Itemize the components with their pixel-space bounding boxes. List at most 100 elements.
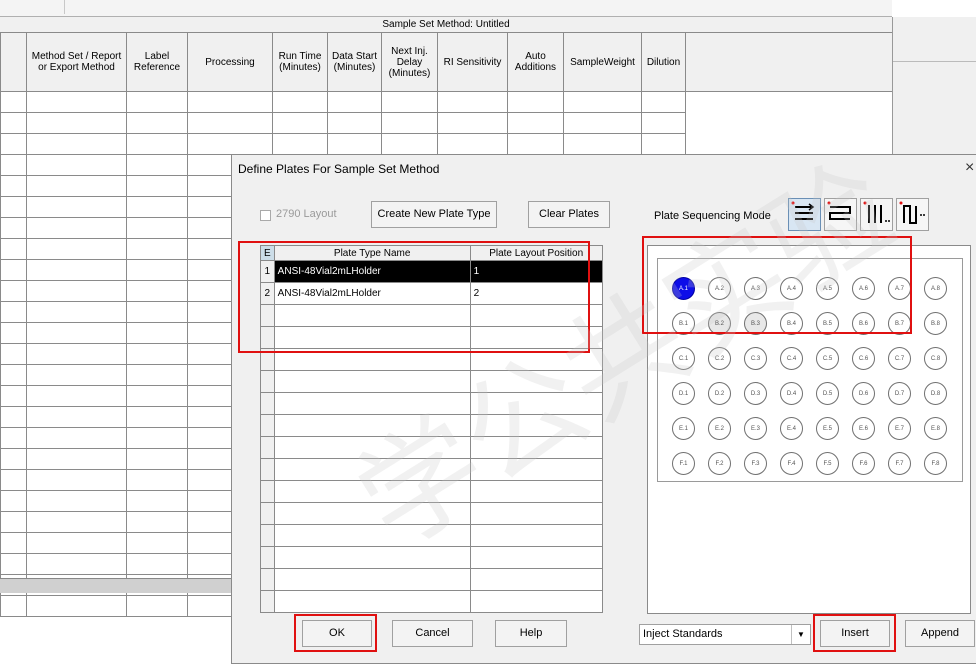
row-number[interactable] [260, 524, 275, 547]
vial-position[interactable]: D.1 [672, 382, 695, 405]
table-cell[interactable] [26, 343, 127, 365]
row-header[interactable] [0, 469, 27, 491]
table-cell[interactable] [26, 175, 127, 197]
vial-position[interactable]: F.3 [744, 452, 767, 475]
vial-position[interactable]: C.1 [672, 347, 695, 370]
table-cell[interactable] [126, 322, 188, 344]
row-header[interactable] [0, 154, 27, 176]
table-cell[interactable] [26, 406, 127, 428]
table-row[interactable] [0, 133, 893, 155]
vial-position[interactable]: D.3 [744, 382, 767, 405]
table-cell[interactable] [641, 112, 686, 134]
row-header[interactable] [0, 238, 27, 260]
table-cell[interactable] [126, 196, 188, 218]
plate-type-name-cell[interactable] [273, 370, 471, 393]
column-header[interactable]: RI Sensitivity [437, 32, 508, 92]
table-cell[interactable] [563, 91, 642, 113]
table-cell[interactable] [187, 112, 273, 134]
plate-type-name-cell[interactable] [273, 502, 471, 525]
table-cell[interactable] [26, 91, 127, 113]
table-cell[interactable] [126, 553, 188, 575]
close-icon[interactable]: × [965, 159, 974, 177]
table-row[interactable] [260, 414, 603, 437]
table-cell[interactable] [26, 364, 127, 386]
row-number[interactable] [260, 370, 275, 393]
table-row[interactable] [0, 91, 893, 113]
row-header[interactable] [0, 322, 27, 344]
seq-mode-column-zigzag-icon[interactable] [896, 198, 929, 231]
plate-type-name-cell[interactable] [273, 524, 471, 547]
table-cell[interactable] [26, 490, 127, 512]
row-number[interactable] [260, 546, 275, 569]
table-row[interactable] [0, 112, 893, 134]
table-cell[interactable] [126, 112, 188, 134]
table-cell[interactable] [126, 427, 188, 449]
table-cell[interactable] [272, 112, 328, 134]
row-header[interactable] [0, 427, 27, 449]
vial-position[interactable]: E.2 [708, 417, 731, 440]
table-cell[interactable] [126, 532, 188, 554]
vial-position[interactable]: C.7 [888, 347, 911, 370]
row-number[interactable] [260, 436, 275, 459]
vial-position[interactable]: F.4 [780, 452, 803, 475]
plate-layout-position-cell[interactable] [469, 546, 603, 569]
vial-position[interactable]: D.7 [888, 382, 911, 405]
row-header[interactable] [0, 511, 27, 533]
column-header[interactable]: SampleWeight [563, 32, 642, 92]
vial-position[interactable]: A.8 [924, 277, 947, 300]
row-number[interactable] [260, 414, 275, 437]
table-cell[interactable] [381, 112, 438, 134]
plate-type-name-cell[interactable] [273, 414, 471, 437]
append-button[interactable]: Append [905, 620, 975, 647]
plate-type-name-cell[interactable] [273, 590, 471, 613]
table-cell[interactable] [26, 469, 127, 491]
create-new-plate-type-button[interactable]: Create New Plate Type [371, 201, 497, 228]
column-header[interactable]: Data Start (Minutes) [327, 32, 382, 92]
column-header[interactable]: Dilution [641, 32, 686, 92]
row-number[interactable] [260, 458, 275, 481]
chevron-down-icon[interactable]: ▼ [791, 625, 810, 644]
table-cell[interactable] [507, 91, 564, 113]
table-cell[interactable] [327, 112, 382, 134]
plate-type-name-cell[interactable] [273, 392, 471, 415]
table-cell[interactable] [26, 280, 127, 302]
table-cell[interactable] [26, 154, 127, 176]
table-cell[interactable] [563, 112, 642, 134]
vial-position[interactable]: C.3 [744, 347, 767, 370]
column-header[interactable]: Label Reference [126, 32, 188, 92]
row-header[interactable] [0, 343, 27, 365]
plate-type-name-cell[interactable] [273, 436, 471, 459]
table-row[interactable] [260, 392, 603, 415]
vial-position[interactable]: C.2 [708, 347, 731, 370]
vial-position[interactable]: D.5 [816, 382, 839, 405]
seq-mode-column-icon[interactable] [860, 198, 893, 231]
plate-layout-position-cell[interactable] [469, 524, 603, 547]
table-cell[interactable] [126, 154, 188, 176]
plate-type-name-cell[interactable] [273, 480, 471, 503]
table-cell[interactable] [381, 133, 438, 155]
vial-position[interactable]: E.3 [744, 417, 767, 440]
table-cell[interactable] [26, 553, 127, 575]
table-row[interactable] [260, 436, 603, 459]
table-cell[interactable] [437, 112, 508, 134]
table-cell[interactable] [126, 217, 188, 239]
table-cell[interactable] [126, 175, 188, 197]
table-cell[interactable] [26, 595, 127, 617]
help-button[interactable]: Help [495, 620, 567, 647]
table-cell[interactable] [126, 448, 188, 470]
table-cell[interactable] [563, 133, 642, 155]
table-row[interactable] [260, 568, 603, 591]
row-number[interactable] [260, 480, 275, 503]
table-cell[interactable] [26, 112, 127, 134]
plate-layout-position-cell[interactable] [469, 480, 603, 503]
row-header[interactable] [0, 112, 27, 134]
vial-position[interactable]: C.8 [924, 347, 947, 370]
row-header[interactable] [0, 91, 27, 113]
table-cell[interactable] [187, 133, 273, 155]
table-row[interactable] [260, 590, 603, 613]
table-cell[interactable] [26, 259, 127, 281]
table-cell[interactable] [126, 406, 188, 428]
column-header[interactable]: Next Inj. Delay (Minutes) [381, 32, 438, 92]
table-cell[interactable] [26, 427, 127, 449]
plate-layout-position-cell[interactable] [469, 370, 603, 393]
